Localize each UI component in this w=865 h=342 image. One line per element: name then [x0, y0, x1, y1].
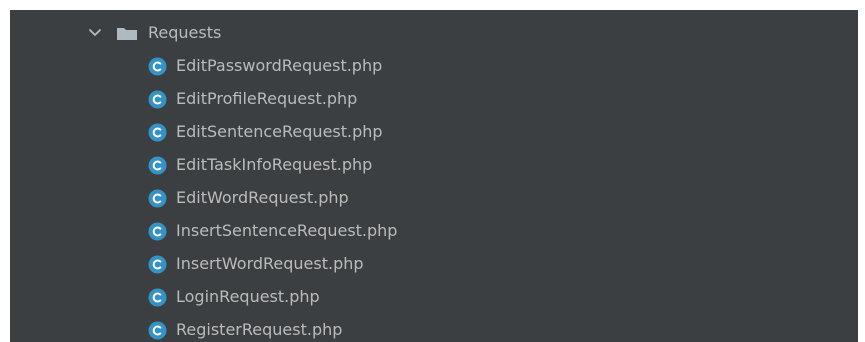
screenshot-frame: Requests EditPasswordRequest.php EditProf… — [0, 0, 865, 342]
tree-file-item[interactable]: EditProfileRequest.php — [10, 83, 858, 116]
tree-file-label: EditTaskInfoRequest.php — [176, 155, 373, 174]
php-class-icon — [148, 288, 167, 307]
project-tree-panel: Requests EditPasswordRequest.php EditProf… — [10, 10, 858, 342]
php-class-icon — [148, 189, 167, 208]
tree-file-item[interactable]: EditSentenceRequest.php — [10, 116, 858, 149]
php-class-icon — [148, 90, 167, 109]
tree-file-label: EditProfileRequest.php — [176, 89, 358, 108]
tree-file-item[interactable]: EditPasswordRequest.php — [10, 50, 858, 83]
php-class-icon — [148, 321, 167, 340]
tree-folder-requests[interactable]: Requests — [10, 17, 858, 50]
chevron-down-icon[interactable] — [88, 26, 102, 40]
tree-file-item[interactable]: InsertWordRequest.php — [10, 248, 858, 281]
tree-file-item[interactable]: EditWordRequest.php — [10, 182, 858, 215]
tree-file-label: InsertWordRequest.php — [176, 254, 364, 273]
tree-file-label: EditPasswordRequest.php — [176, 56, 383, 75]
php-class-icon — [148, 222, 167, 241]
tree-file-item[interactable]: LoginRequest.php — [10, 281, 858, 314]
tree-file-label: EditWordRequest.php — [176, 188, 349, 207]
tree-folder-label: Requests — [148, 23, 222, 42]
php-class-icon — [148, 123, 167, 142]
tree-file-label: InsertSentenceRequest.php — [176, 221, 398, 240]
tree-file-item[interactable]: EditTaskInfoRequest.php — [10, 149, 858, 182]
php-class-icon — [148, 255, 167, 274]
php-class-icon — [148, 57, 167, 76]
tree-file-item[interactable]: InsertSentenceRequest.php — [10, 215, 858, 248]
tree-file-label: EditSentenceRequest.php — [176, 122, 383, 141]
tree-file-label: LoginRequest.php — [176, 287, 320, 306]
php-class-icon — [148, 156, 167, 175]
folder-icon — [117, 28, 137, 40]
tree-file-label: RegisterRequest.php — [176, 320, 343, 339]
tree-file-item[interactable]: RegisterRequest.php — [10, 314, 858, 342]
